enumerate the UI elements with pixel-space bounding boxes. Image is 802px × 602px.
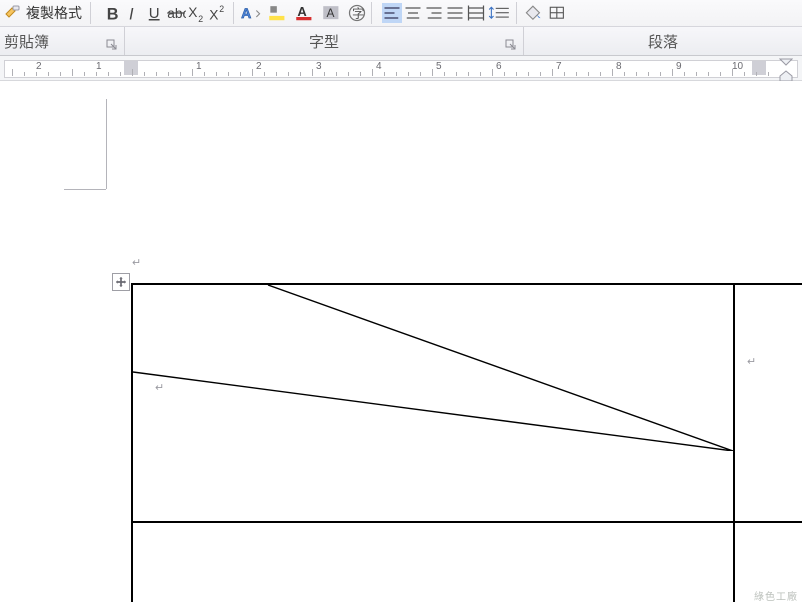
line-spacing-icon[interactable] — [487, 3, 511, 23]
svg-text:2: 2 — [198, 14, 203, 23]
format-painter-icon[interactable] — [4, 4, 22, 22]
ruler-number: 7 — [556, 61, 562, 72]
ruler-right-margin-icon[interactable] — [752, 61, 766, 75]
ribbon-separator — [90, 2, 91, 24]
cell-end-mark: ↵ — [747, 356, 756, 368]
ruler-number: 2 — [256, 61, 262, 72]
table-row: ↵ ↵ — [132, 522, 802, 602]
table-cell[interactable]: ↵ — [734, 284, 802, 522]
paragraph-group-commands — [376, 2, 571, 24]
align-justify-icon[interactable] — [445, 3, 465, 23]
font-color-icon[interactable]: A — [293, 3, 319, 23]
diagonal-lines-icon — [133, 285, 733, 451]
align-right-icon[interactable] — [424, 3, 444, 23]
watermark-label: 綠色工廠 — [754, 588, 798, 602]
ribbon-separator — [516, 2, 517, 24]
svg-text:U: U — [149, 5, 160, 22]
ribbon-group-labels: 剪貼簿 字型 段落 — [0, 27, 802, 56]
ribbon-separator — [233, 2, 234, 24]
horizontal-ruler[interactable]: 2 1 1 2 3 4 5 6 7 8 9 10 — [0, 56, 802, 81]
svg-text:A: A — [241, 5, 251, 21]
cell-end-mark: ↵ — [155, 381, 164, 394]
first-line-indent-icon[interactable] — [779, 58, 793, 66]
group-font: 字型 — [125, 27, 523, 55]
superscript-icon[interactable]: X2 — [208, 3, 228, 23]
ribbon-commands-row: 複製格式 B I U abc X2 X2 A A A 字 — [0, 0, 802, 27]
document-canvas[interactable]: ↵ ↵ ↵ ↵ ↵ — [0, 81, 802, 602]
group-clipboard: 剪貼簿 — [0, 27, 124, 55]
strikethrough-icon[interactable]: abc — [166, 3, 186, 23]
group-paragraph-label: 段落 — [648, 31, 678, 52]
ruler-left-margin-icon[interactable] — [124, 61, 138, 75]
group-clipboard-label: 剪貼簿 — [4, 31, 49, 52]
paragraph-mark: ↵ — [132, 256, 141, 269]
svg-text:2: 2 — [219, 4, 224, 14]
svg-text:字: 字 — [352, 6, 365, 21]
distributed-icon[interactable] — [466, 3, 486, 23]
svg-text:X: X — [209, 7, 218, 22]
clipboard-dialog-launcher-icon[interactable] — [106, 39, 118, 51]
table-move-handle[interactable] — [112, 273, 130, 291]
enclose-chars-icon[interactable]: 字 — [347, 3, 367, 23]
ruler-number: 3 — [316, 61, 322, 72]
font-dialog-launcher-icon[interactable] — [505, 39, 517, 51]
svg-text:A: A — [297, 4, 307, 19]
borders-icon[interactable] — [547, 3, 571, 23]
svg-text:X: X — [188, 5, 197, 20]
ruler-number: 1 — [196, 61, 202, 72]
underline-icon[interactable]: U — [145, 3, 165, 23]
format-painter-label[interactable]: 複製格式 — [26, 3, 82, 23]
svg-text:B: B — [107, 5, 119, 23]
font-group-commands: B I U abc X2 X2 A A A 字 — [95, 2, 367, 24]
ruler-number: 10 — [732, 61, 743, 72]
table-cell-diagonal[interactable]: ↵ — [132, 284, 734, 522]
ribbon-separator — [371, 2, 372, 24]
subscript-icon[interactable]: X2 — [187, 3, 207, 23]
text-effects-icon[interactable]: A — [239, 3, 265, 23]
ruler-number: 1 — [96, 61, 102, 72]
align-left-icon[interactable] — [382, 3, 402, 23]
ruler-number: 8 — [616, 61, 622, 72]
svg-text:I: I — [129, 5, 134, 23]
ruler-number: 6 — [496, 61, 502, 72]
ruler-number: 4 — [376, 61, 382, 72]
bold-icon[interactable]: B — [103, 3, 123, 23]
group-font-label: 字型 — [309, 31, 339, 52]
svg-text:A: A — [327, 6, 335, 20]
ruler-number: 5 — [436, 61, 442, 72]
clipboard-group-commands: 複製格式 — [0, 0, 86, 26]
char-shading-icon[interactable]: A — [320, 3, 346, 23]
shading-icon[interactable] — [522, 3, 546, 23]
highlight-color-icon[interactable] — [266, 3, 292, 23]
ruler-indent-markers[interactable] — [774, 56, 798, 84]
ruler-scale: 2 1 1 2 3 4 5 6 7 8 9 10 — [0, 56, 802, 80]
document-table[interactable]: ↵ ↵ ↵ ↵ — [131, 283, 802, 602]
ruler-number: 9 — [676, 61, 682, 72]
group-paragraph: 段落 — [524, 27, 802, 55]
table-row: ↵ ↵ — [132, 284, 802, 522]
italic-icon[interactable]: I — [124, 3, 144, 23]
table-cell[interactable]: ↵ — [132, 522, 734, 602]
ruler-number: 2 — [36, 61, 42, 72]
align-center-icon[interactable] — [403, 3, 423, 23]
